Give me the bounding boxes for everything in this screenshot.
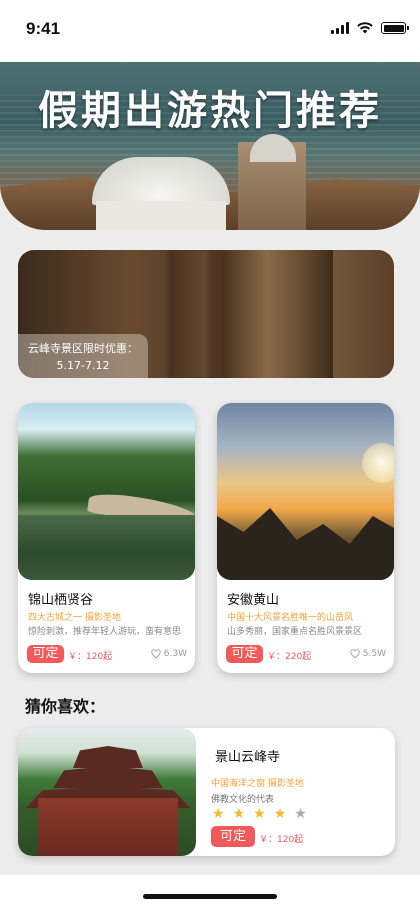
banner-bg-pillar [168,250,208,378]
destination-image [18,403,195,580]
destination-tags: 四大古城之一 摄影圣地 [28,613,121,623]
book-button[interactable]: 可定 [226,645,263,663]
price-label: ￥：220起 [267,652,312,662]
hero-chapel [92,157,230,230]
destination-desc: 惊险刺激，推荐年轻人游玩，蛮有意思 [28,627,182,637]
wifi-icon [357,22,373,34]
bottom-bar [0,875,420,909]
star-icon: ★ [294,806,307,822]
book-button[interactable]: 可定 [211,826,255,847]
promo-dates: 5.17-7.12 [56,359,110,372]
battery-icon [381,22,409,34]
recommend-title: 景山云峰寺 [215,750,281,765]
recommend-card[interactable]: 景山云峰寺 中国海洋之窗 摄影圣地 佛教文化的代表 ★ ★ ★ ★ ★ 可定 ￥：120… [18,728,395,856]
status-icons [331,22,409,34]
hero-title: 假期出游热门推荐 [38,88,382,134]
destination-desc: 山多秀丽，国家重点名胜风景景区 [227,627,363,637]
destination-card[interactable]: 锦山栖贤谷 四大古城之一 摄影圣地 惊险刺激，推荐年轻人游玩，蛮有意思 可定 ￥… [18,403,195,673]
star-icon: ★ [212,806,225,822]
star-icon: ★ [232,806,246,822]
recommend-image [18,728,196,856]
price-label: ￥：120起 [68,652,113,662]
likes-count: 6.3W [163,649,187,659]
likes-counter[interactable]: 6.3W [151,649,187,659]
recommend-tags: 中国海洋之窗 摄影圣地 [211,779,304,789]
price-label: ￥：120起 [259,835,304,845]
rating-stars: ★ ★ ★ ★ ★ [212,807,307,821]
destination-card[interactable]: 安徽黄山 中国十大风景名胜唯一的山岳风 山多秀丽，国家重点名胜风景景区 可定 ￥… [217,403,394,673]
destination-image [217,403,394,580]
promo-text: 云峰寺景区限时优惠： [28,342,138,355]
promo-banner[interactable]: 云峰寺景区限时优惠： 5.17-7.12 [18,250,394,378]
recommend-desc: 佛教文化的代表 [211,795,275,805]
likes-counter[interactable]: 5.5W [350,649,386,659]
destination-title: 安徽黄山 [227,593,280,608]
heart-icon[interactable] [151,649,161,659]
destination-title: 锦山栖贤谷 [28,593,94,608]
star-icon: ★ [273,806,287,822]
banner-carved-pillar [223,250,333,378]
likes-count: 5.5W [362,649,386,659]
destination-tags: 中国十大风景名胜唯一的山岳风 [227,613,354,623]
section-title: 猜你喜欢： [25,697,106,716]
home-indicator[interactable] [143,894,277,899]
heart-icon[interactable] [350,649,360,659]
star-icon: ★ [253,806,266,822]
status-bar: 9:41 [0,0,420,62]
book-button[interactable]: 可定 [27,645,64,663]
promo-tag: 云峰寺景区限时优惠： 5.17-7.12 [18,334,148,378]
status-time: 9:41 [26,19,61,38]
hero-banner[interactable]: 假期出游热门推荐 [0,62,420,230]
signal-icon [331,22,349,34]
